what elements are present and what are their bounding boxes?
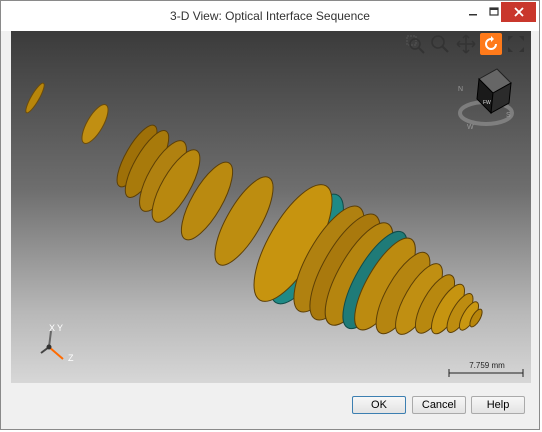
zoom-icon[interactable] (429, 33, 451, 55)
ok-button[interactable]: OK (352, 396, 406, 414)
lens-elements (25, 82, 483, 335)
minimize-icon (468, 14, 477, 16)
lens-element (25, 82, 45, 114)
svg-text:W: W (467, 124, 474, 131)
close-button[interactable] (501, 2, 536, 22)
maximize-icon (488, 7, 499, 16)
dialog-window: 3-D View: Optical Interface Sequence N W… (0, 0, 540, 430)
3d-viewport[interactable]: N W S FW 7.759 mm X Y Z (11, 31, 531, 383)
axis-y-label: Y (57, 323, 64, 333)
help-button[interactable]: Help (471, 396, 525, 414)
close-icon (513, 7, 524, 17)
pan-icon[interactable] (455, 33, 477, 55)
cancel-button[interactable]: Cancel (412, 396, 466, 414)
scale-bar-label: 7.759 mm (469, 361, 505, 370)
viewcube-face-label: FW (483, 100, 491, 106)
lens-render: N W S FW (25, 68, 524, 377)
rotate-icon[interactable] (480, 33, 502, 55)
title-bar[interactable]: 3-D View: Optical Interface Sequence (1, 1, 539, 31)
axis-x-label: X (49, 323, 56, 333)
zoom-region-icon[interactable] (404, 33, 426, 55)
axis-z-label: Z (68, 353, 74, 363)
lens-element (81, 104, 109, 144)
button-bar: OK Cancel Help (11, 383, 531, 423)
svg-text:S: S (506, 112, 511, 119)
svg-text:N: N (458, 86, 463, 93)
axis-triad (40, 330, 64, 360)
fit-view-icon[interactable] (505, 33, 527, 55)
